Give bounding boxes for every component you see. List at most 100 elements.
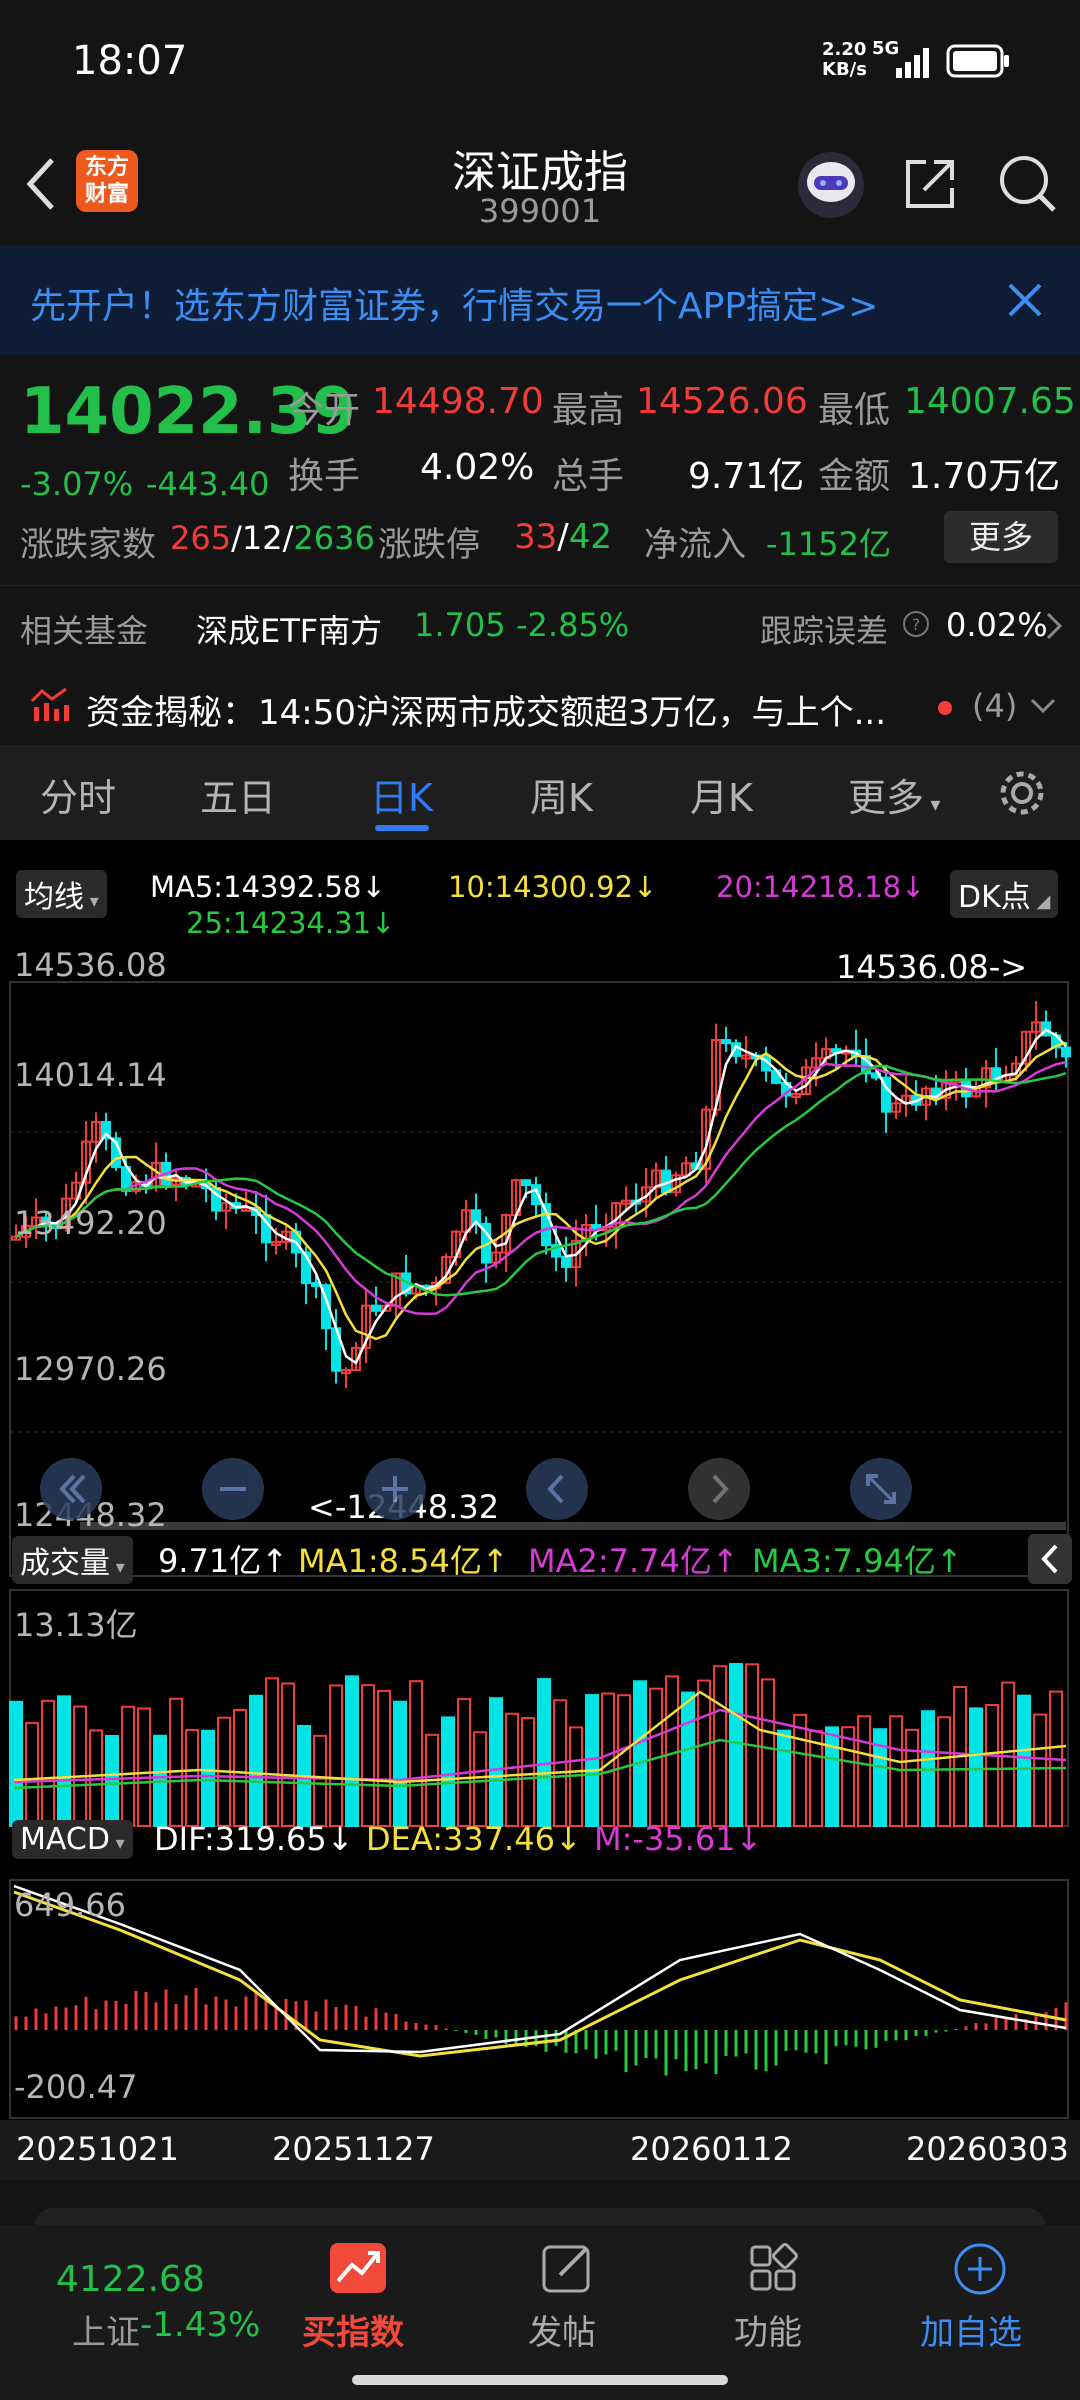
volume-bar — [57, 1695, 71, 1828]
volume-value: 9.71亿 — [688, 456, 805, 497]
high-value: 14526.06 — [636, 381, 808, 422]
add-watchlist-button[interactable]: 加自选 — [916, 2241, 1046, 2371]
tab-intraday[interactable]: 分时 — [40, 767, 116, 822]
robot-assistant-icon[interactable] — [796, 150, 866, 220]
sh-index-price[interactable]: 4122.68 — [56, 2259, 205, 2300]
volume-value-legend: 9.71亿↑ — [158, 1542, 289, 1580]
volume-bar — [489, 1697, 503, 1827]
share-icon[interactable] — [900, 154, 960, 214]
volume-bar — [137, 1707, 151, 1827]
scroll-right-button[interactable] — [688, 1458, 750, 1520]
sh-index-pct: -1.43% — [140, 2305, 261, 2345]
status-time: 18:07 — [72, 38, 188, 84]
macd-dea-legend: DEA:337.46↓ — [366, 1820, 582, 1858]
ma10-legend: 10:14300.92↓ — [448, 870, 658, 904]
chevron-right-icon — [1046, 612, 1063, 640]
zoom-in-button[interactable] — [364, 1458, 426, 1520]
fullscreen-button[interactable] — [850, 1458, 912, 1520]
fund-price: 1.705 — [414, 606, 506, 644]
macd-dif-line — [13, 1884, 1067, 2054]
fund-pct: -2.85% — [516, 606, 630, 644]
ma-selector[interactable]: 均线 ▾ — [16, 870, 107, 918]
limit-label: 涨跌停 — [378, 525, 480, 565]
add-watchlist-label: 加自选 — [920, 2313, 1022, 2353]
volume-bar — [393, 1700, 407, 1828]
fund-name[interactable]: 深成ETF南方 — [196, 606, 382, 652]
volume-label: 总手 — [552, 456, 625, 497]
volume-bar — [809, 1730, 823, 1827]
trend-up-icon — [330, 2243, 386, 2293]
svg-text:?: ? — [912, 615, 921, 634]
volume-max-label: 13.13亿 — [14, 1606, 138, 1644]
tab-more[interactable]: 更多 ▾ — [848, 767, 940, 822]
macd-panel-frame — [9, 1879, 1069, 2119]
volume-bar — [937, 1716, 951, 1827]
close-icon[interactable] — [1006, 281, 1044, 319]
news-prefix: 资金揭秘： — [86, 693, 256, 733]
scroll-left-fast-button[interactable] — [40, 1458, 102, 1520]
volume-bar — [537, 1678, 551, 1828]
period-tabs: 分时 五日 日K 周K 月K 更多 ▾ — [0, 745, 1080, 840]
more-button[interactable]: 更多 — [944, 511, 1058, 563]
netflow-label: 净流入 — [644, 525, 746, 565]
dk-point-button[interactable]: DK点 ◢ — [950, 870, 1059, 918]
tab-weekly-k[interactable]: 周K — [530, 767, 593, 822]
news-ticker[interactable]: 资金揭秘： 14:50沪深两市成交额超3万亿，与上个... (4) — [0, 665, 1080, 745]
volume-bar — [233, 1709, 247, 1828]
sh-index-label: 上证 — [72, 2313, 140, 2353]
open-value: 14498.70 — [372, 381, 544, 422]
volume-bar — [633, 1680, 647, 1828]
date-label-1: 20251021 — [16, 2130, 179, 2168]
volume-bar — [713, 1665, 727, 1827]
volume-bar — [777, 1729, 791, 1827]
date-label-3: 20260112 — [630, 2130, 793, 2168]
volume-bar — [105, 1734, 119, 1827]
volume-bar — [121, 1705, 135, 1827]
change-value: -443.40 — [146, 465, 270, 503]
promo-banner[interactable]: 先开户！选东方财富证券，行情交易一个APP搞定>> — [0, 245, 1080, 355]
volume-bar — [377, 1689, 391, 1827]
max-price-note: 14536.08-> — [836, 948, 1028, 986]
net-speed: 2.20 KB/s — [822, 39, 867, 80]
volume-bar — [313, 1734, 327, 1828]
signal-icon — [896, 48, 929, 78]
edit-icon — [542, 2245, 590, 2293]
settings-gear-icon[interactable] — [996, 767, 1048, 819]
netflow-value: -1152亿 — [766, 525, 891, 563]
search-icon[interactable] — [996, 152, 1060, 216]
candle-body — [591, 1223, 601, 1230]
candle-body — [521, 1179, 531, 1187]
candle-body — [721, 1038, 731, 1045]
macd-min-label: -200.47 — [14, 2068, 138, 2106]
volume-bar — [985, 1704, 999, 1827]
volume-ma1-legend: MA1:8.54亿↑ — [298, 1542, 509, 1580]
buy-index-button[interactable]: 买指数 — [300, 2241, 420, 2371]
macd-selector[interactable]: MACD ▾ — [12, 1820, 133, 1859]
news-text[interactable]: 14:50沪深两市成交额超3万亿，与上个... — [258, 685, 886, 734]
fund-label: 相关基金 — [20, 612, 149, 650]
volume-selector[interactable]: 成交量 ▾ — [12, 1536, 133, 1584]
chevron-down-icon[interactable] — [1030, 697, 1056, 715]
home-indicator[interactable] — [352, 2375, 728, 2385]
volume-bar — [169, 1697, 183, 1828]
zoom-out-button[interactable] — [202, 1458, 264, 1520]
low-label: 最低 — [818, 390, 891, 431]
tab-daily-k[interactable]: 日K — [370, 767, 433, 822]
volume-bar — [793, 1713, 807, 1827]
help-icon[interactable]: ? — [902, 610, 930, 638]
battery-icon — [946, 44, 1009, 78]
kline-chart-area[interactable]: 均线 ▾ MA5:14392.58↓ 10:14300.92↓ 20:14218… — [0, 840, 1080, 2180]
updown-label: 涨跌家数 — [20, 525, 156, 565]
macd-dif-legend: DIF:319.65↓ — [154, 1820, 354, 1858]
tab-monthly-k[interactable]: 月K — [690, 767, 753, 822]
collapse-panel-button[interactable] — [1028, 1534, 1072, 1584]
related-fund-row[interactable]: 相关基金 深成ETF南方 1.705 -2.85% 跟踪误差 ? 0.02% — [0, 585, 1080, 665]
volume-bar — [473, 1731, 487, 1827]
turnover-value: 4.02% — [420, 447, 535, 488]
volume-bar — [329, 1684, 343, 1827]
tracking-error-label: 跟踪误差 — [760, 612, 889, 650]
post-button[interactable]: 发帖 — [520, 2241, 620, 2371]
functions-button[interactable]: 功能 — [726, 2241, 826, 2371]
tab-five-day[interactable]: 五日 — [200, 767, 276, 822]
scroll-left-button[interactable] — [526, 1458, 588, 1520]
